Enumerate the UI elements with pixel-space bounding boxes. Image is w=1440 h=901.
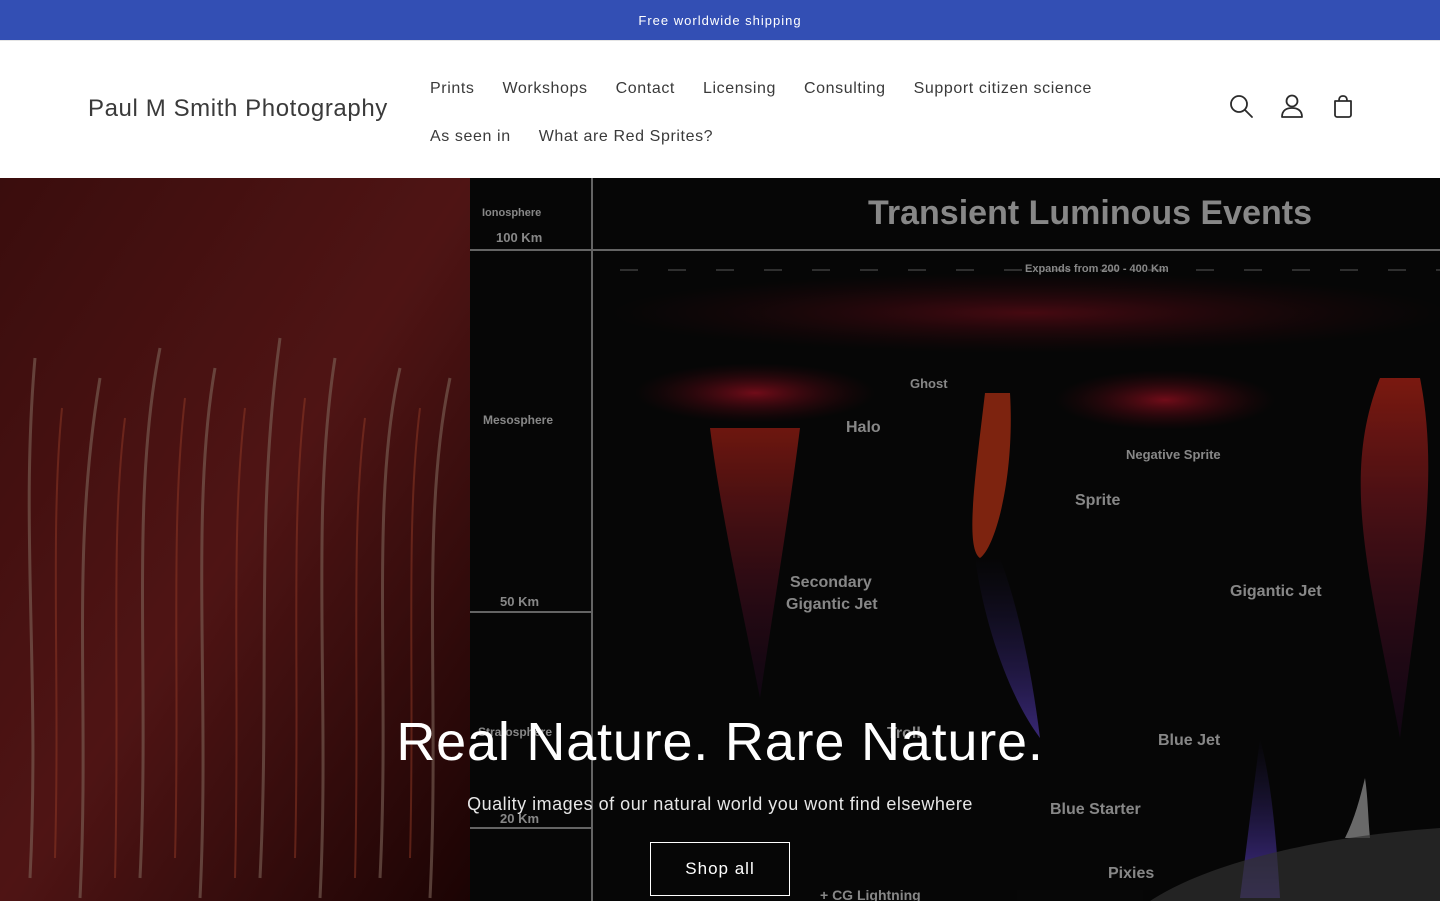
account-icon xyxy=(1280,94,1303,118)
site-header: Paul M Smith Photography Prints Workshop… xyxy=(0,41,1440,178)
hero-content: Real Nature. Rare Nature. Quality images… xyxy=(0,712,1440,897)
nav-item-support-citizen-science[interactable]: Support citizen science xyxy=(900,80,1106,98)
header-icons xyxy=(1215,84,1368,128)
announcement-text: Free worldwide shipping xyxy=(638,12,802,28)
nav-item-contact[interactable]: Contact xyxy=(602,80,689,98)
nav-row-2: As seen in What are Red Sprites? xyxy=(416,113,1136,161)
account-button[interactable] xyxy=(1266,84,1317,128)
main-nav: Prints Workshops Contact Licensing Consu… xyxy=(416,65,1136,161)
nav-item-as-seen-in[interactable]: As seen in xyxy=(416,128,525,146)
hero-title: Real Nature. Rare Nature. xyxy=(396,712,1044,772)
cart-button[interactable] xyxy=(1317,84,1368,128)
site-logo[interactable]: Paul M Smith Photography xyxy=(88,95,388,123)
nav-item-workshops[interactable]: Workshops xyxy=(489,80,602,98)
nav-row-1: Prints Workshops Contact Licensing Consu… xyxy=(416,65,1136,113)
nav-item-red-sprites[interactable]: What are Red Sprites? xyxy=(525,128,727,146)
hero-subtitle: Quality images of our natural world you … xyxy=(467,794,973,815)
search-icon xyxy=(1229,95,1253,118)
search-button[interactable] xyxy=(1215,84,1266,128)
cart-icon xyxy=(1333,95,1352,118)
nav-item-consulting[interactable]: Consulting xyxy=(790,80,900,98)
nav-item-licensing[interactable]: Licensing xyxy=(689,80,790,98)
hero-banner: Transient Luminous Events Ionosphere 100… xyxy=(0,178,1440,901)
shop-all-button[interactable]: Shop all xyxy=(650,842,790,897)
announcement-bar: Free worldwide shipping xyxy=(0,0,1440,41)
nav-item-prints[interactable]: Prints xyxy=(416,80,489,98)
